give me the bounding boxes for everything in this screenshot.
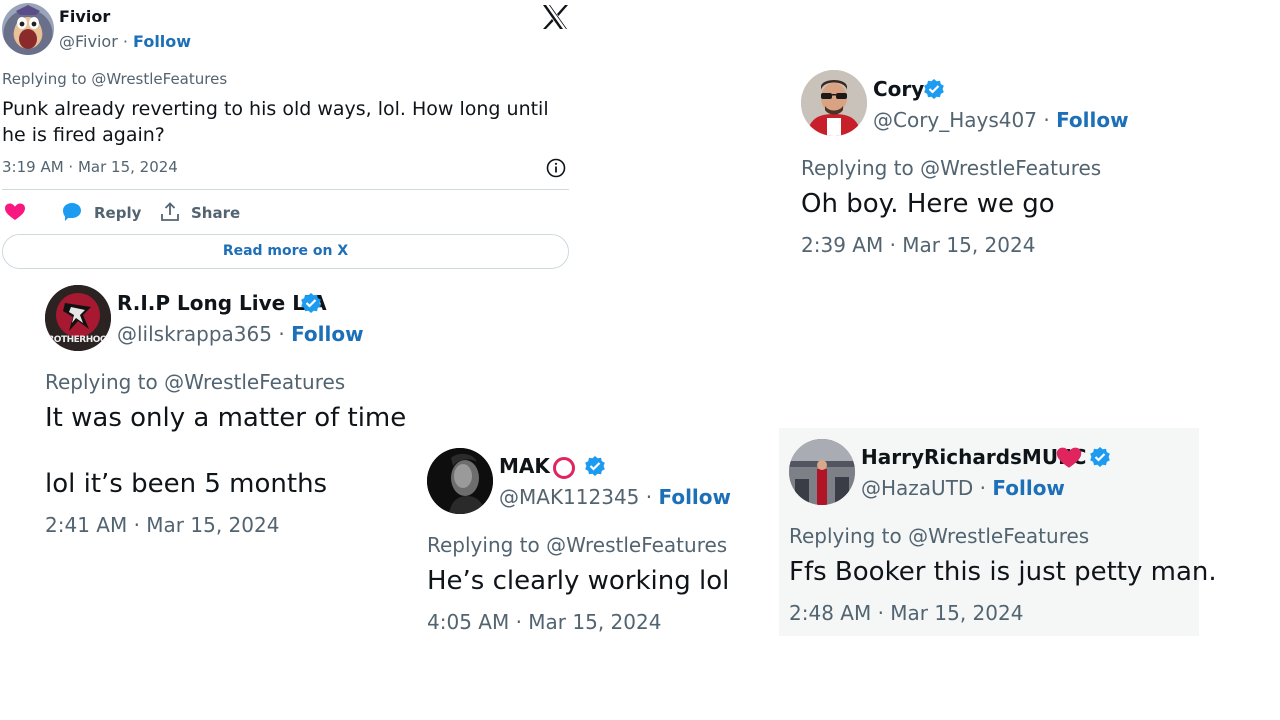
handle-row: @MAK112345 · Follow [499, 485, 731, 509]
timestamp[interactable]: 2:39 AM · Mar 15, 2024 [801, 233, 1035, 257]
avatar[interactable] [789, 439, 855, 505]
tweet-text: He’s clearly working lol [427, 566, 730, 596]
follow-button[interactable]: Follow [658, 485, 731, 509]
follow-button[interactable]: Follow [1056, 108, 1129, 132]
avatar-image [14, 5, 42, 49]
name-row: MAK [499, 454, 619, 480]
tweet-text-line2: he is fired again? [2, 124, 165, 146]
avatar[interactable] [2, 3, 54, 55]
handle-row: @Fivior · Follow [59, 32, 191, 51]
red-circle-icon [552, 456, 576, 480]
tweet-text-line2: lol it’s been 5 months [45, 469, 328, 499]
avatar-text: BROTHERHOO [45, 335, 108, 345]
tweet-text-line1: It was only a matter of time [45, 403, 407, 433]
tweet-text: Oh boy. Here we go [801, 189, 1055, 219]
verified-badge-icon [299, 292, 323, 316]
replying-to[interactable]: Replying to @WrestleFeatures [427, 533, 727, 557]
timestamp[interactable]: 4:05 AM · Mar 15, 2024 [427, 610, 661, 634]
avatar-image [789, 439, 855, 505]
separator: · [278, 322, 285, 346]
reply-bubble-icon [62, 202, 82, 222]
replying-to[interactable]: Replying to @WrestleFeatures [789, 524, 1089, 548]
separator: · [645, 485, 653, 509]
heart-icon[interactable] [5, 203, 25, 221]
avatar[interactable] [427, 448, 493, 514]
separator: · [122, 32, 128, 51]
verified-badge-icon [922, 78, 946, 102]
separator: · [979, 476, 987, 500]
replying-to[interactable]: Replying to @WrestleFeatures [45, 370, 345, 394]
handle[interactable]: @lilskrappa365 [117, 322, 272, 346]
name-row: HarryRichardsMUFC [861, 445, 1121, 471]
follow-button[interactable]: Follow [992, 476, 1065, 500]
avatar-image [801, 70, 867, 136]
tweet-text-line1: Punk already reverting to his old ways, … [2, 98, 549, 120]
timestamp[interactable]: 2:48 AM · Mar 15, 2024 [789, 601, 1023, 625]
display-name[interactable]: Cory [873, 77, 924, 101]
follow-button[interactable]: Follow [291, 322, 364, 346]
red-heart-icon [1056, 447, 1082, 469]
name-row: Cory [873, 77, 944, 103]
separator: · [1043, 108, 1050, 132]
handle[interactable]: @Fivior [59, 32, 118, 51]
read-more-button[interactable]: Read more on X [2, 234, 569, 269]
divider [2, 189, 569, 190]
name-row: R.I.P Long Live L'A [117, 291, 337, 317]
verified-badge-icon [583, 455, 607, 479]
display-name[interactable]: R.I.P Long Live L'A [117, 291, 327, 315]
follow-button[interactable]: Follow [133, 32, 191, 51]
display-name[interactable]: HarryRichardsMUFC [861, 445, 1086, 469]
handle-row: @lilskrappa365 · Follow [117, 322, 364, 346]
handle-row: @HazaUTD · Follow [861, 476, 1065, 500]
timestamp[interactable]: 3:19 AM · Mar 15, 2024 [2, 158, 178, 176]
handle[interactable]: @HazaUTD [861, 476, 973, 500]
handle-row: @Cory_Hays407 · Follow [873, 108, 1129, 132]
reply-label: Reply [94, 204, 142, 222]
handle[interactable]: @MAK112345 [499, 485, 639, 509]
display-name[interactable]: Fivior [59, 7, 110, 26]
share-label: Share [191, 204, 241, 222]
tweet-text: Ffs Booker this is just petty man. [789, 557, 1217, 587]
verified-badge-icon [1088, 446, 1112, 470]
display-name[interactable]: MAK [499, 454, 550, 478]
info-icon[interactable] [546, 158, 566, 178]
handle[interactable]: @Cory_Hays407 [873, 108, 1037, 132]
replying-to[interactable]: Replying to @WrestleFeatures [2, 70, 227, 88]
avatar-image [427, 448, 493, 514]
timestamp[interactable]: 2:41 AM · Mar 15, 2024 [45, 513, 279, 537]
avatar[interactable] [801, 70, 867, 136]
replying-to[interactable]: Replying to @WrestleFeatures [801, 156, 1101, 180]
share-icon [160, 202, 180, 222]
avatar[interactable]: BROTHERHOO [45, 285, 111, 351]
x-logo-icon[interactable] [541, 4, 569, 30]
